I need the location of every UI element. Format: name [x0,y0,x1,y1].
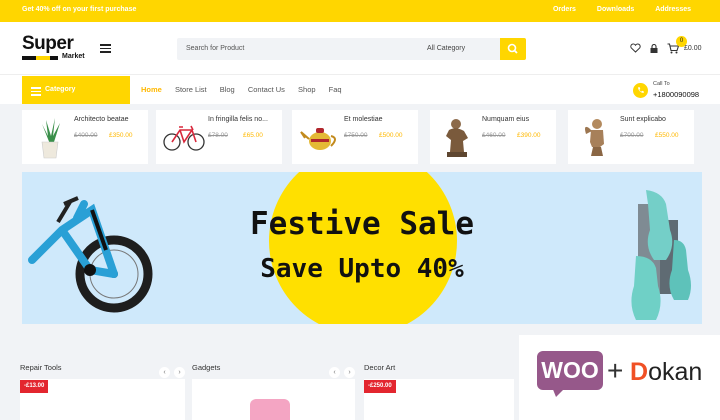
sale-price: £390.00 [517,132,541,139]
nav-store-list[interactable]: Store List [175,85,207,94]
prev-arrow-icon[interactable]: ‹ [329,367,340,378]
sale-price: £65.00 [243,132,263,139]
next-arrow-icon[interactable]: › [174,367,185,378]
category-label: Category [45,86,76,93]
product-card[interactable] [192,379,355,420]
product-name: Numquam eius [482,116,530,123]
logo-main: Super [22,33,74,54]
search-button[interactable] [500,38,526,60]
logo-sub: Market [62,53,85,60]
downloads-link[interactable]: Downloads [597,6,634,13]
prev-arrow-icon[interactable]: ‹ [159,367,170,378]
product-name: In fringilla felis no... [208,116,268,123]
teapot-image [300,128,336,150]
sale-price: £350.00 [109,132,133,139]
search-input[interactable]: Search for Product [186,45,244,52]
product-image [250,399,290,420]
section-title: Gadgets [192,363,221,372]
cherub-statue-image [585,119,604,156]
product-card[interactable]: Architecto beatae £400.00 £350.00 [22,110,148,164]
sale-price: £500.00 [379,132,403,139]
search-bar: Search for Product All Category [177,38,526,60]
addresses-link[interactable]: Addresses [655,6,691,13]
category-select[interactable]: All Category [427,45,465,52]
dokan-logo-text: okan [648,358,703,386]
section-decor-art: Decor Art -£250.00 [364,360,514,420]
old-price: £400.00 [74,132,98,139]
section-gadgets: Gadgets ‹ › [192,360,355,420]
heart-icon[interactable] [630,43,641,53]
product-name: Architecto beatae [74,116,129,123]
call-number: +1800090098 [653,90,700,99]
statue-image [446,119,468,157]
phone-icon [633,83,648,98]
cart-total[interactable]: £0.00 [684,45,702,52]
section-repair-tools: Repair Tools ‹ › -£13.00 [20,360,185,420]
dokan-logo-d: D [630,358,649,386]
plant-image [41,118,60,159]
banner-circle [269,172,457,324]
section-arrows: ‹ › [325,361,355,379]
product-strip: Architecto beatae £400.00 £350.00 In fri… [22,110,702,164]
product-name: Sunt explicabo [620,116,666,123]
festive-sale-banner[interactable]: Festive Sale Save Upto 40% [22,172,702,324]
promo-text: Get 40% off on your first purchase [22,6,137,13]
top-promo-bar: Get 40% off on your first purchase Order… [0,0,720,22]
banner-title: Festive Sale [250,206,474,242]
section-title: Decor Art [364,363,396,372]
header: Super Market Search for Product All Cate… [0,22,720,74]
old-price: £78.00 [208,132,228,139]
account-links: Orders Downloads Addresses [534,6,691,13]
sale-price: £550.00 [655,132,679,139]
header-icons: 0 £0.00 [630,36,710,58]
category-button[interactable]: Category [22,76,130,104]
logo[interactable]: Super Market [22,34,92,62]
nav-contact-us[interactable]: Contact Us [248,85,285,94]
plus-sign: + [607,355,624,386]
discount-badge: -£13.00 [20,380,49,393]
section-title: Repair Tools [20,363,62,372]
call-to[interactable]: Call To +1800090098 [633,80,713,102]
bicycle-image [163,125,205,151]
menu-icon[interactable] [100,44,111,53]
nav-home[interactable]: Home [141,85,162,94]
woo-dokan-logo: WOO + Dokan [519,335,720,420]
orders-link[interactable]: Orders [553,6,576,13]
old-price: £750.00 [344,132,368,139]
product-card[interactable]: Numquam eius £460.00 £390.00 [430,110,556,164]
section-arrows: ‹ › [155,361,185,379]
search-icon [507,43,518,54]
old-price: £460.00 [482,132,506,139]
nav-faq[interactable]: Faq [329,85,342,94]
banner-subtitle: Save Upto 40% [260,254,464,284]
nav-blog[interactable]: Blog [220,85,235,94]
vase-fountain-image [631,190,691,320]
main-nav: Home Store List Blog Contact Us Shop Faq [141,85,353,94]
hamburger-icon [31,87,41,98]
product-name: Et molestiae [344,116,383,123]
product-card[interactable]: Et molestiae £750.00 £500.00 [292,110,418,164]
call-label: Call To [653,81,670,87]
nav-bar: Category Home Store List Blog Contact Us… [0,74,720,104]
lock-icon[interactable] [650,44,658,53]
discount-badge: -£250.00 [364,380,396,393]
dokan-logo: Dokan [630,358,702,387]
product-card[interactable]: In fringilla felis no... £78.00 £65.00 [156,110,282,164]
logo-bar-accent [36,56,50,60]
product-card[interactable]: Sunt explicabo £700.00 £550.00 [568,110,694,164]
nav-shop[interactable]: Shop [298,85,316,94]
woocommerce-logo: WOO [537,351,603,390]
next-arrow-icon[interactable]: › [344,367,355,378]
old-price: £700.00 [620,132,644,139]
